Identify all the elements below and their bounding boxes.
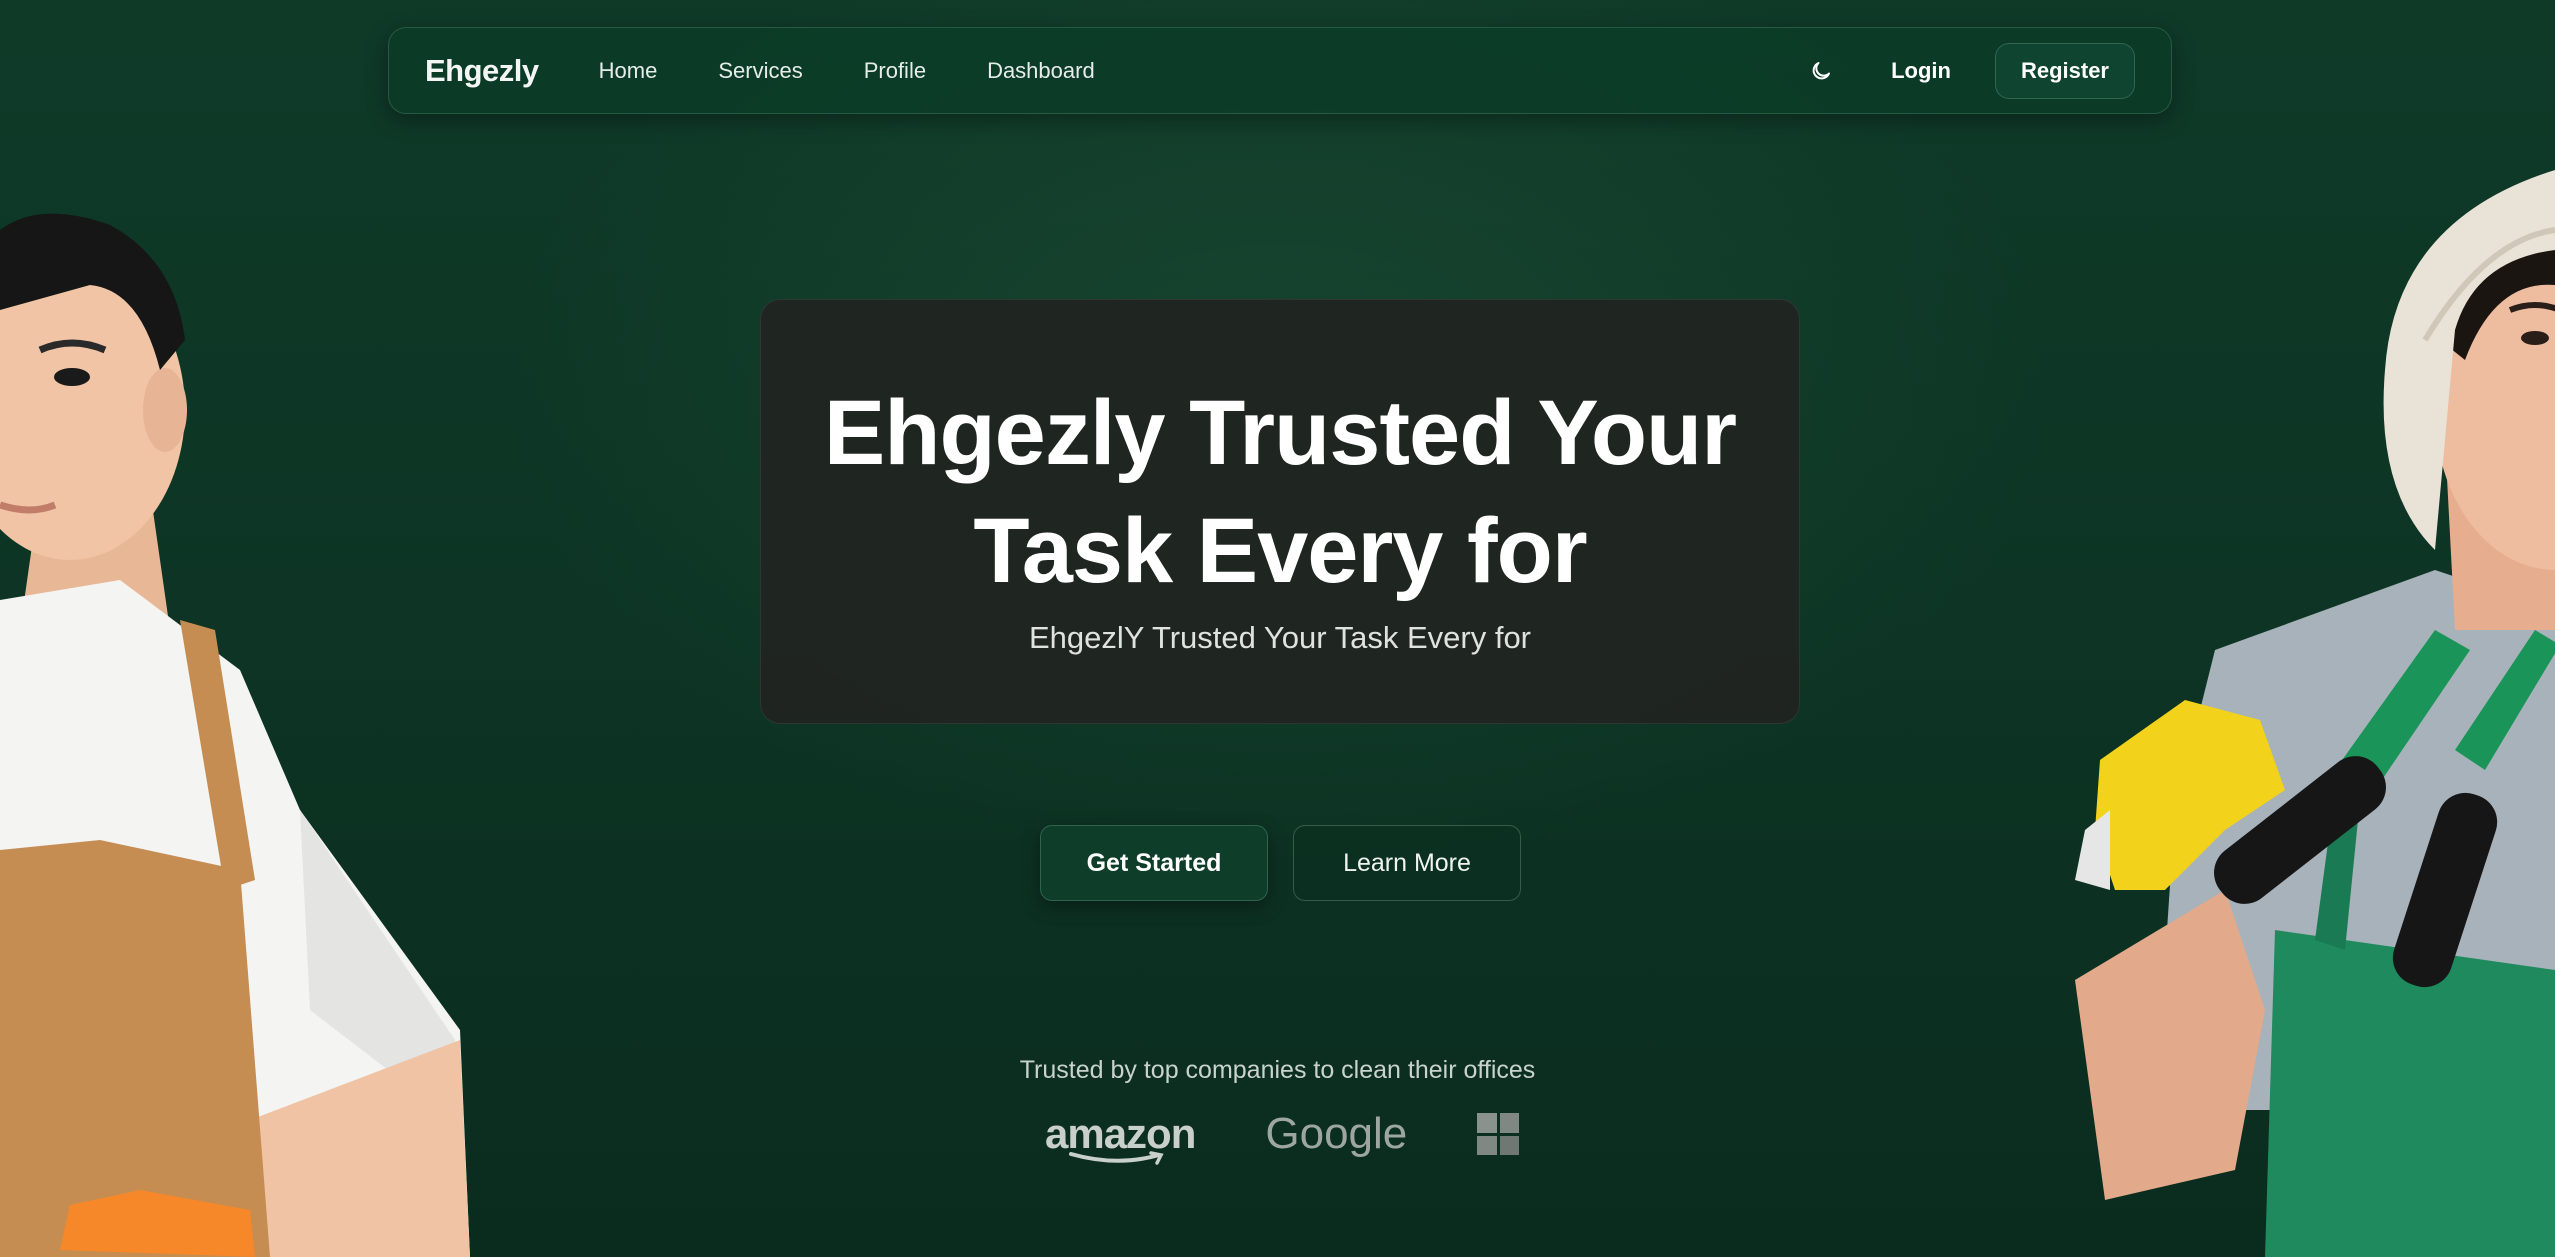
windows-logo-icon — [1477, 1113, 1520, 1155]
cta-buttons: Get Started Learn More — [1040, 825, 1521, 901]
nav-link-dashboard[interactable]: Dashboard — [987, 58, 1095, 84]
trusted-by-text: Trusted by top companies to clean their … — [1019, 1056, 1536, 1084]
login-link[interactable]: Login — [1891, 58, 1951, 84]
hero-title-line-1: Ehgezly Trusted Your — [823, 382, 1737, 484]
top-navbar: Ehgezly Home Services Profile Dashboard … — [388, 27, 2172, 114]
moon-icon — [1812, 61, 1831, 79]
amazon-logo: amazon — [1045, 1113, 1196, 1165]
register-button[interactable]: Register — [1994, 42, 2135, 99]
nav-link-services[interactable]: Services — [718, 58, 802, 84]
amazon-smile-icon — [1069, 1151, 1164, 1165]
nav-link-home[interactable]: Home — [599, 58, 658, 84]
hero-title: Ehgezly Trusted Your Task Every for — [761, 374, 1799, 610]
learn-more-button[interactable]: Learn More — [1293, 825, 1521, 901]
google-logo: Google — [1265, 1109, 1408, 1158]
hero-subtitle: EhgezlY Trusted Your Task Every for — [1028, 620, 1532, 655]
nav-link-profile[interactable]: Profile — [864, 58, 926, 84]
company-logos: amazon Google — [1045, 1109, 1520, 1165]
brand-logo[interactable]: Ehgezly — [425, 53, 539, 89]
theme-toggle-button[interactable] — [1801, 51, 1841, 91]
hero-title-line-2: Task Every for — [973, 500, 1587, 602]
nav-links: Home Services Profile Dashboard — [599, 58, 1095, 84]
nav-actions: Login Register — [1801, 42, 2135, 99]
get-started-button[interactable]: Get Started — [1040, 825, 1268, 901]
hero-card: Ehgezly Trusted Your Task Every for Ehge… — [760, 299, 1800, 724]
